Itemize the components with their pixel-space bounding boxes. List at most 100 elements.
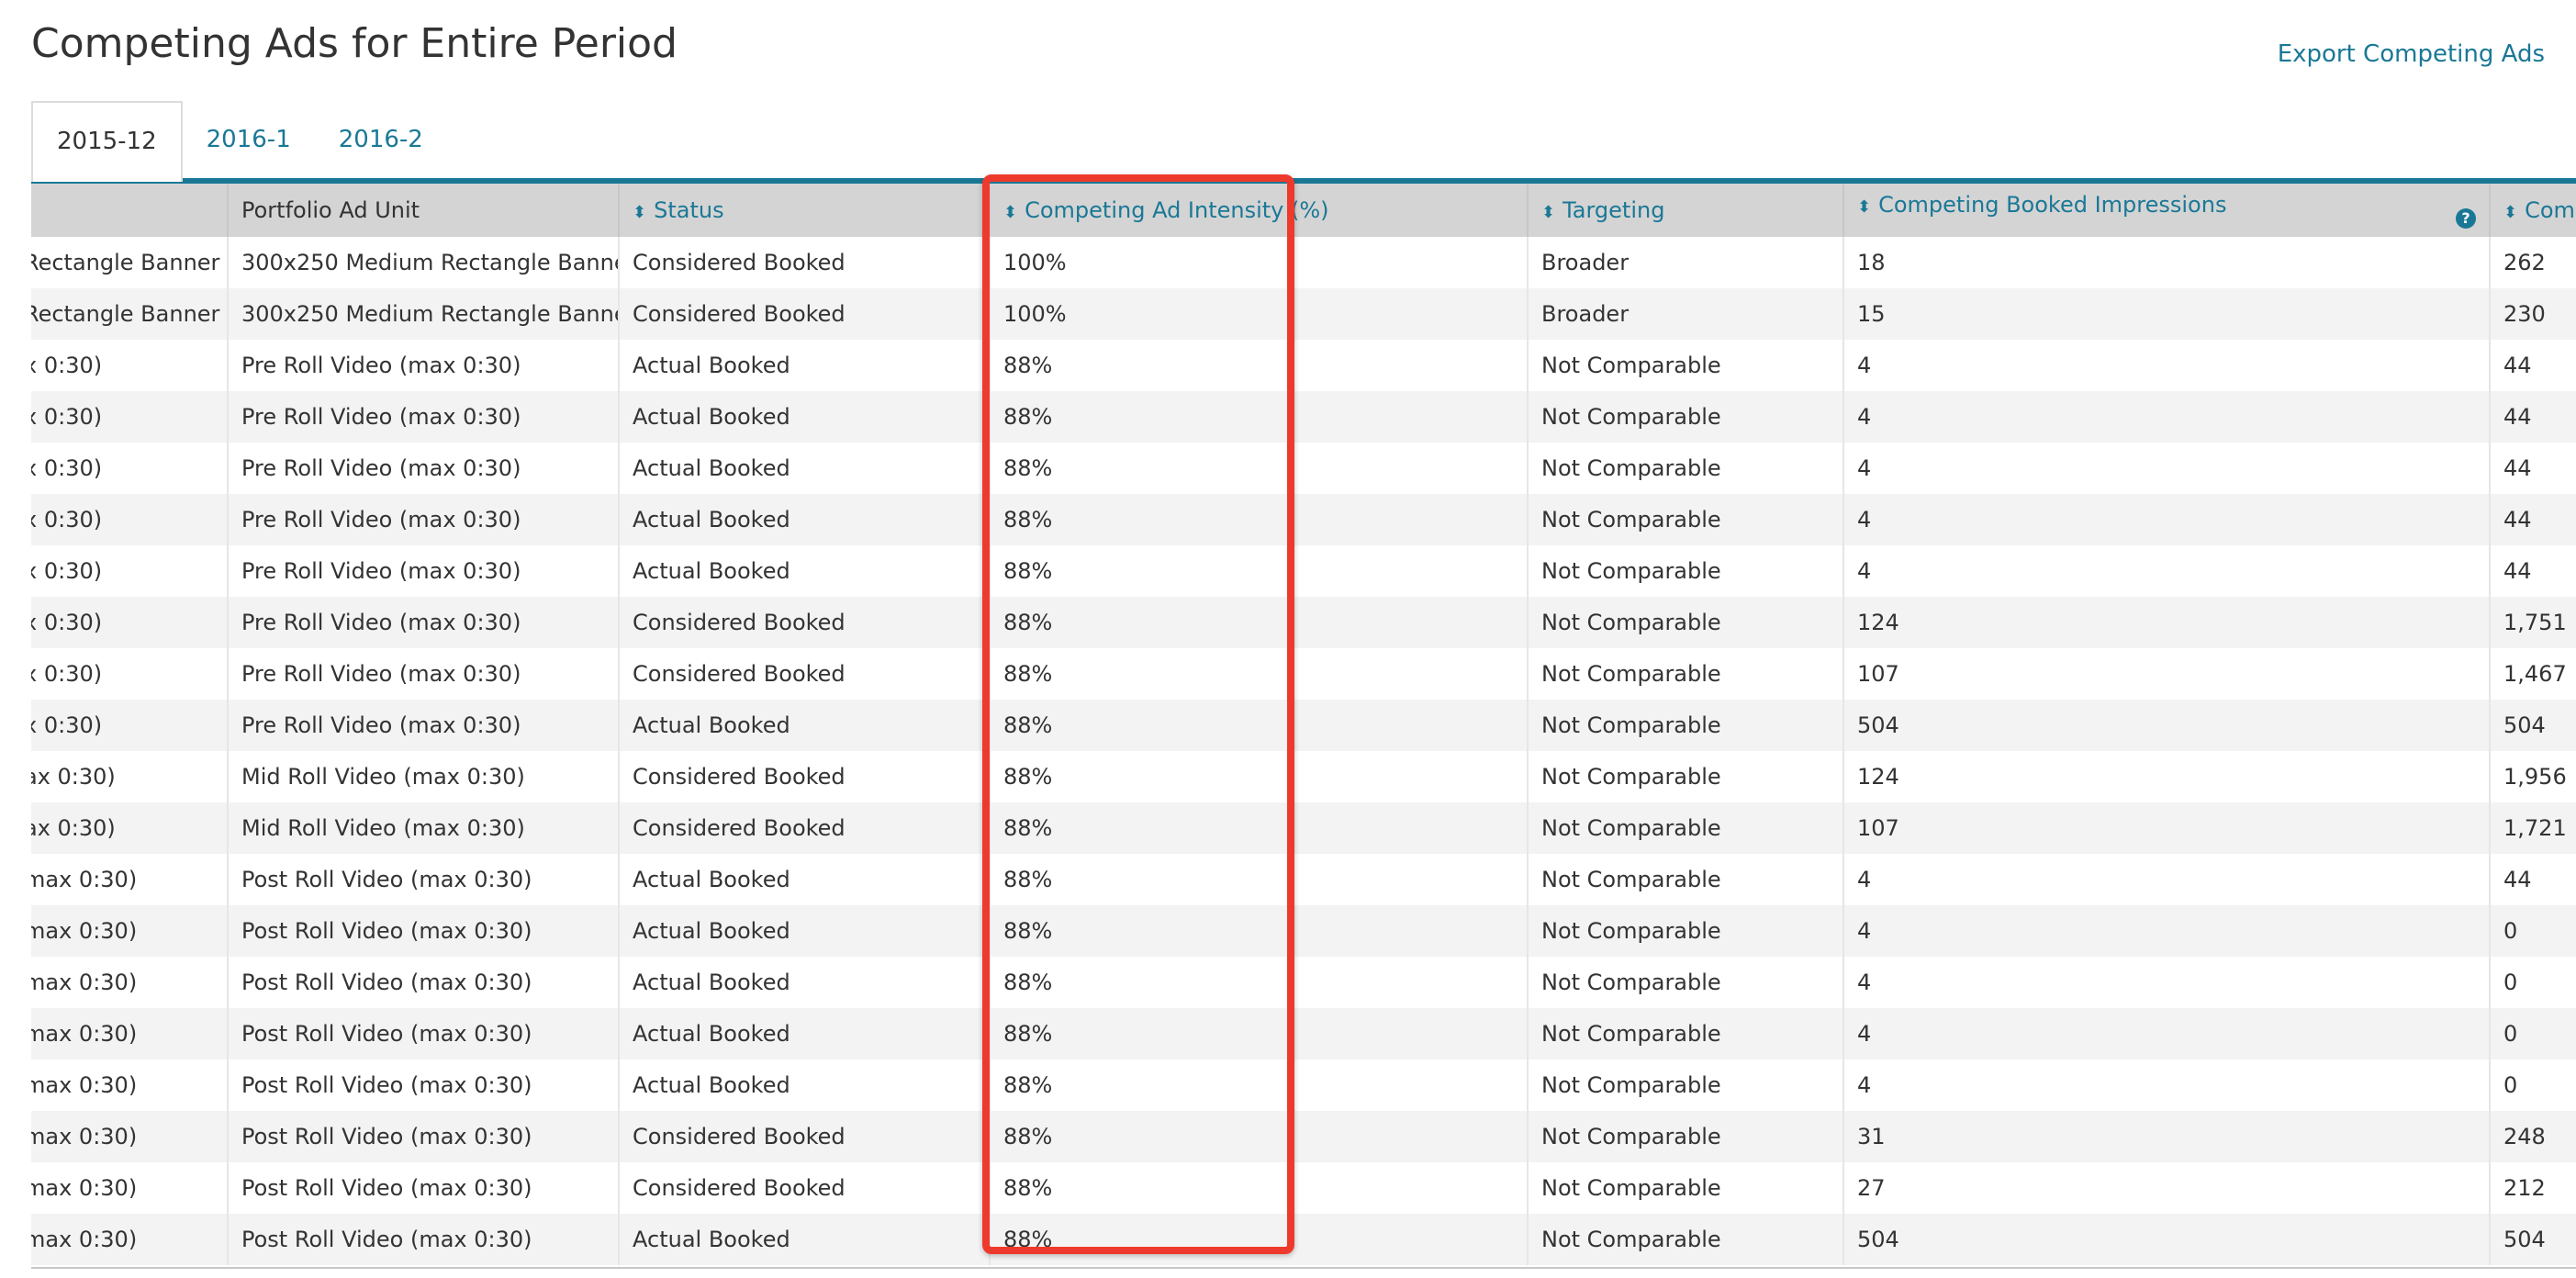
period-tabs: 2015-12 2016-1 2016-2 — [31, 101, 447, 182]
table-row: max 0:30) Post Roll Video (max 0:30) Consi… — [31, 1162, 2576, 1214]
table-row: x 0:30) Pre Roll Video (max 0:30) Actual B… — [31, 443, 2576, 494]
table-bottom-rule — [31, 1267, 2576, 1269]
cell-competing-booked-impressions: 124 — [1843, 751, 2491, 802]
cell-competing-ad-intensity: 88% — [990, 391, 1529, 443]
export-competing-ads-link[interactable]: Export Competing Ads — [2278, 40, 2545, 68]
cell-targeting: Not Comparable — [1528, 854, 1844, 905]
cell-competing-booked-impressions: 4 — [1843, 957, 2491, 1008]
sort-icon[interactable]: ⬍ — [1541, 203, 1555, 222]
cell-competing-truncated: 1,467 — [2490, 648, 2576, 700]
cell-status: Considered Booked — [619, 237, 991, 288]
help-icon[interactable]: ? — [2456, 208, 2476, 229]
cell-competing-truncated: 0 — [2490, 905, 2576, 957]
cell-portfolio-ad-unit: Pre Roll Video (max 0:30) — [228, 391, 620, 443]
cell-competing-ad-intensity: 88% — [990, 854, 1529, 905]
cell-portfolio-ad-unit: 300x250 Medium Rectangle Banner — [228, 237, 620, 288]
cell-portfolio-ad-unit: Post Roll Video (max 0:30) — [228, 1059, 620, 1111]
cell-competing-truncated: 230 — [2490, 288, 2576, 340]
cell-competing-ad-intensity: 88% — [990, 597, 1529, 648]
cell-ad-name: x 0:30) — [31, 494, 229, 545]
table-row: max 0:30) Post Roll Video (max 0:30) Actua… — [31, 854, 2576, 905]
column-header-competing-truncated[interactable]: ⬍ Com — [2490, 184, 2576, 237]
cell-competing-booked-impressions: 107 — [1843, 802, 2491, 854]
table-row: Rectangle Banner 300x250 Medium Rectangle… — [31, 237, 2576, 288]
cell-status: Actual Booked — [619, 700, 991, 751]
cell-portfolio-ad-unit: Post Roll Video (max 0:30) — [228, 1162, 620, 1214]
cell-targeting: Not Comparable — [1528, 1008, 1844, 1059]
cell-competing-truncated: 44 — [2490, 443, 2576, 494]
cell-competing-truncated: 504 — [2490, 1214, 2576, 1265]
table-row: max 0:30) Post Roll Video (max 0:30) Actua… — [31, 905, 2576, 957]
cell-ad-name: Rectangle Banner — [31, 237, 229, 288]
cell-competing-ad-intensity: 88% — [990, 443, 1529, 494]
cell-portfolio-ad-unit: 300x250 Medium Rectangle Banner — [228, 288, 620, 340]
cell-competing-truncated: 0 — [2490, 957, 2576, 1008]
sort-icon[interactable]: ⬍ — [633, 203, 646, 222]
sort-icon[interactable]: ⬍ — [1003, 203, 1017, 222]
sort-icon[interactable]: ⬍ — [2503, 203, 2517, 222]
column-header-portfolio-ad-unit: Portfolio Ad Unit — [228, 184, 620, 237]
cell-status: Considered Booked — [619, 751, 991, 802]
column-header-status[interactable]: ⬍ Status — [619, 184, 991, 237]
cell-status: Actual Booked — [619, 1008, 991, 1059]
cell-competing-ad-intensity: 88% — [990, 1214, 1529, 1265]
cell-targeting: Not Comparable — [1528, 443, 1844, 494]
cell-competing-ad-intensity: 88% — [990, 1162, 1529, 1214]
cell-ad-name: max 0:30) — [31, 1162, 229, 1214]
cell-competing-booked-impressions: 18 — [1843, 237, 2491, 288]
cell-competing-truncated: 262 — [2490, 237, 2576, 288]
competing-ads-table-container[interactable]: Portfolio Ad Unit ⬍ Status ⬍ Competing Ad … — [31, 184, 2576, 1271]
cell-portfolio-ad-unit: Post Roll Video (max 0:30) — [228, 854, 620, 905]
cell-competing-booked-impressions: 4 — [1843, 494, 2491, 545]
cell-competing-ad-intensity: 88% — [990, 1059, 1529, 1111]
tab-2016-1[interactable]: 2016-1 — [183, 101, 315, 178]
cell-status: Actual Booked — [619, 545, 991, 597]
cell-competing-truncated: 44 — [2490, 391, 2576, 443]
cell-competing-ad-intensity: 100% — [990, 288, 1529, 340]
cell-ad-name: Rectangle Banner — [31, 288, 229, 340]
sort-icon[interactable]: ⬍ — [1857, 197, 1871, 217]
cell-status: Actual Booked — [619, 957, 991, 1008]
cell-targeting: Broader — [1528, 237, 1844, 288]
cell-status: Actual Booked — [619, 391, 991, 443]
cell-competing-booked-impressions: 4 — [1843, 1008, 2491, 1059]
cell-status: Considered Booked — [619, 648, 991, 700]
cell-ad-name: max 0:30) — [31, 1111, 229, 1162]
column-header-ad — [31, 184, 229, 237]
cell-ad-name: max 0:30) — [31, 1214, 229, 1265]
cell-targeting: Not Comparable — [1528, 545, 1844, 597]
cell-portfolio-ad-unit: Post Roll Video (max 0:30) — [228, 1214, 620, 1265]
tab-2016-2[interactable]: 2016-2 — [315, 101, 447, 178]
cell-competing-ad-intensity: 88% — [990, 545, 1529, 597]
cell-portfolio-ad-unit: Post Roll Video (max 0:30) — [228, 905, 620, 957]
cell-targeting: Not Comparable — [1528, 1111, 1844, 1162]
tab-2015-12[interactable]: 2015-12 — [31, 101, 183, 182]
cell-competing-booked-impressions: 4 — [1843, 443, 2491, 494]
cell-targeting: Not Comparable — [1528, 340, 1844, 391]
table-row: ax 0:30) Mid Roll Video (max 0:30) Conside… — [31, 802, 2576, 854]
cell-status: Actual Booked — [619, 340, 991, 391]
cell-ad-name: max 0:30) — [31, 1059, 229, 1111]
cell-status: Considered Booked — [619, 597, 991, 648]
cell-portfolio-ad-unit: Post Roll Video (max 0:30) — [228, 1008, 620, 1059]
cell-ad-name: max 0:30) — [31, 1008, 229, 1059]
cell-ad-name: max 0:30) — [31, 854, 229, 905]
cell-competing-booked-impressions: 124 — [1843, 597, 2491, 648]
cell-competing-truncated: 44 — [2490, 340, 2576, 391]
cell-status: Actual Booked — [619, 443, 991, 494]
cell-portfolio-ad-unit: Pre Roll Video (max 0:30) — [228, 545, 620, 597]
cell-competing-ad-intensity: 88% — [990, 751, 1529, 802]
cell-portfolio-ad-unit: Mid Roll Video (max 0:30) — [228, 802, 620, 854]
cell-portfolio-ad-unit: Pre Roll Video (max 0:30) — [228, 597, 620, 648]
cell-ad-name: ax 0:30) — [31, 751, 229, 802]
column-header-competing-ad-intensity[interactable]: ⬍ Competing Ad Intensity (%) — [990, 184, 1529, 237]
table-row: Rectangle Banner 300x250 Medium Rectangle… — [31, 288, 2576, 340]
column-header-competing-booked-impressions[interactable]: ⬍ Competing Booked Impressions? — [1843, 184, 2491, 237]
cell-status: Actual Booked — [619, 854, 991, 905]
cell-portfolio-ad-unit: Pre Roll Video (max 0:30) — [228, 494, 620, 545]
cell-targeting: Not Comparable — [1528, 648, 1844, 700]
column-header-targeting[interactable]: ⬍ Targeting — [1528, 184, 1844, 237]
cell-ad-name: x 0:30) — [31, 340, 229, 391]
cell-competing-truncated: 0 — [2490, 1059, 2576, 1111]
cell-portfolio-ad-unit: Mid Roll Video (max 0:30) — [228, 751, 620, 802]
